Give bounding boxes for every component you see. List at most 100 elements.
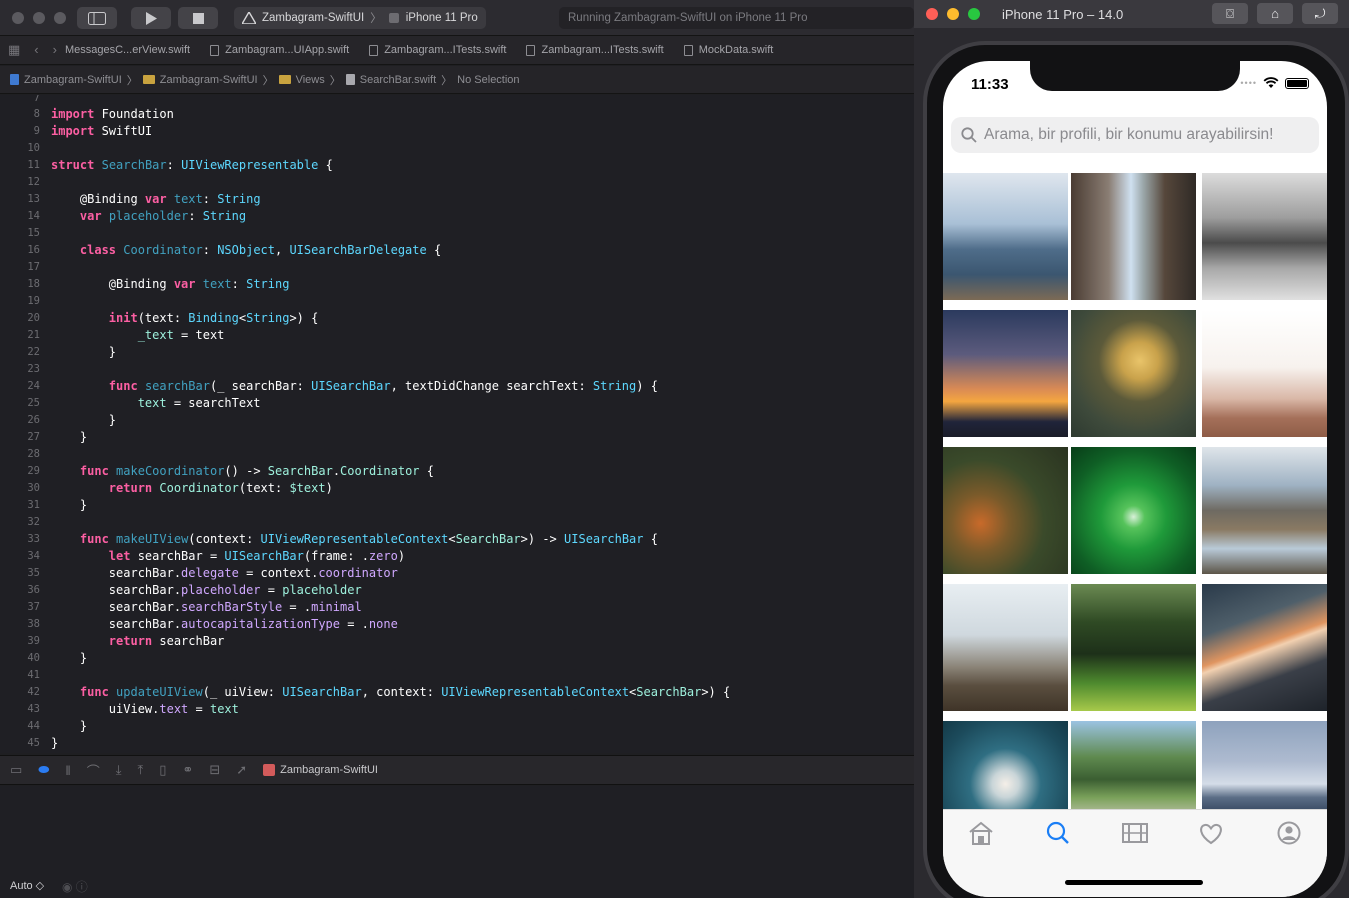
close-window-button[interactable] xyxy=(12,11,24,24)
screenshot-button[interactable]: ⌼ xyxy=(1212,3,1248,24)
debug-bar: ▭ ⬬ ‖ ⌒ ⤓ ⤒ ▯ ⚭ ⊟ ➚ Zambagram-SwiftUI xyxy=(0,755,920,785)
home-button[interactable]: ⌂ xyxy=(1257,3,1293,24)
scheme-project-label: Zambagram-SwiftUI xyxy=(262,12,365,24)
stop-button[interactable] xyxy=(178,7,218,29)
line-number: 12 xyxy=(27,176,40,188)
environment-overrides-icon[interactable]: ⊟ xyxy=(209,762,220,778)
window-controls xyxy=(12,11,66,24)
code-line: searchBar.placeholder = placeholder xyxy=(51,583,362,597)
breadcrumb-folder[interactable]: Views xyxy=(296,74,325,86)
tab-label: MockData.swift xyxy=(698,44,774,56)
breadcrumb-project[interactable]: Zambagram-SwiftUI xyxy=(24,74,122,86)
tab-label: MessagesC...erView.swift xyxy=(64,44,191,56)
editor-tab[interactable]: MessagesC...erView.swift xyxy=(65,44,210,56)
folder-icon xyxy=(278,75,291,84)
photo-tile[interactable] xyxy=(943,447,1068,574)
photo-tile[interactable] xyxy=(943,721,1068,811)
code-line: struct SearchBar: UIViewRepresentable { xyxy=(51,158,333,172)
line-number: 9 xyxy=(33,125,40,137)
file-icon xyxy=(526,44,536,56)
run-button[interactable] xyxy=(131,7,171,29)
code-line: } xyxy=(51,498,88,512)
line-number: 15 xyxy=(27,227,40,239)
sidebar-icon xyxy=(88,11,106,25)
step-out-icon[interactable]: ⤒ xyxy=(138,762,144,778)
photo-tile[interactable] xyxy=(1202,584,1327,711)
line-number: 34 xyxy=(27,550,40,562)
editor-tab[interactable]: Zambagram...ITests.swift xyxy=(369,44,526,56)
photo-tile[interactable] xyxy=(943,310,1068,437)
swift-file-icon xyxy=(345,74,355,85)
rotate-button[interactable]: ⤾ xyxy=(1302,3,1338,24)
memory-graph-icon[interactable]: ⚭ xyxy=(182,762,193,778)
view-debugger-icon[interactable]: ▯ xyxy=(159,762,166,778)
code-line: } xyxy=(51,345,117,359)
code-line: uiView.text = text xyxy=(51,702,239,716)
phone-screen: 11:33 •••• Arama, bir profili, bir konum… xyxy=(943,61,1327,897)
window-controls xyxy=(926,8,980,20)
line-number: 11 xyxy=(27,159,40,171)
debug-target[interactable]: Zambagram-SwiftUI xyxy=(263,764,378,776)
line-number: 7 xyxy=(33,95,40,104)
play-icon xyxy=(146,11,157,25)
step-into-icon[interactable]: ⤓ xyxy=(116,762,122,778)
line-number: 21 xyxy=(27,329,40,341)
editor-tab-bar: ▦ ‹ › MessagesC...erView.swift Zambagram… xyxy=(0,36,920,65)
variables-scope-selector[interactable]: Auto ◇ xyxy=(10,879,44,892)
related-items-icon[interactable]: ▦ xyxy=(8,42,20,58)
home-icon[interactable] xyxy=(966,820,996,846)
simulate-location-icon[interactable]: ➚ xyxy=(236,762,247,778)
zoom-window-button[interactable] xyxy=(54,11,66,24)
forward-arrow-icon[interactable]: › xyxy=(53,42,57,58)
photo-tile[interactable] xyxy=(1071,310,1196,437)
film-icon[interactable] xyxy=(1120,820,1150,846)
editor-tab[interactable]: MockData.swift xyxy=(683,44,794,56)
breadcrumb-selection[interactable]: No Selection xyxy=(457,74,519,86)
toggle-navigator-button[interactable] xyxy=(77,7,117,29)
scheme-selector[interactable]: Zambagram-SwiftUI 〉 iPhone 11 Pro xyxy=(234,7,486,29)
debug-console-area[interactable] xyxy=(0,786,920,898)
breadcrumb-separator: 〉 xyxy=(329,74,341,87)
eye-icon[interactable]: ◉ ⓘ xyxy=(62,878,88,895)
code-line: _text = text xyxy=(137,328,225,342)
photo-tile[interactable] xyxy=(1202,721,1327,811)
photo-tile[interactable] xyxy=(1202,447,1327,574)
person-icon[interactable] xyxy=(1274,820,1304,846)
app-target-icon xyxy=(242,12,256,24)
close-window-button[interactable] xyxy=(926,8,938,20)
line-number: 43 xyxy=(27,703,40,715)
photo-tile[interactable] xyxy=(943,173,1068,300)
photo-tile[interactable] xyxy=(1071,447,1196,574)
search-input[interactable]: Arama, bir profili, bir konumu arayabili… xyxy=(951,117,1319,153)
code-line: func makeUIView(context: UIViewRepresent… xyxy=(79,532,658,546)
photo-tile[interactable] xyxy=(1202,310,1327,437)
photo-tile[interactable] xyxy=(1071,721,1196,811)
photo-tile[interactable] xyxy=(1071,173,1196,300)
pause-icon[interactable]: ‖ xyxy=(65,763,70,778)
debug-target-label: Zambagram-SwiftUI xyxy=(280,764,378,776)
photo-tile[interactable] xyxy=(1202,173,1327,300)
breadcrumb-file[interactable]: SearchBar.swift xyxy=(360,74,436,86)
code-line: } xyxy=(51,413,117,427)
editor-tab[interactable]: Zambagram...UIApp.swift xyxy=(210,44,369,56)
line-number: 26 xyxy=(27,414,40,426)
search-placeholder: Arama, bir profili, bir konumu arayabili… xyxy=(984,126,1274,143)
photo-tile[interactable] xyxy=(1071,584,1196,711)
photo-tile[interactable] xyxy=(943,584,1068,711)
heart-icon[interactable] xyxy=(1196,820,1226,846)
file-icon xyxy=(210,44,220,56)
step-over-icon[interactable]: ⌒ xyxy=(87,761,100,780)
hide-debug-area-icon[interactable]: ▭ xyxy=(10,762,22,778)
code-editor[interactable]: 7 8 9 10 11 12 13 14 15 16 17 18 19 20 21 22 23 24 25 26 27… xyxy=(0,95,920,753)
zoom-window-button[interactable] xyxy=(968,8,980,20)
activity-status: Running Zambagram-SwiftUI on iPhone 11 P… xyxy=(559,7,914,29)
back-arrow-icon[interactable]: ‹ xyxy=(34,42,38,58)
minimize-window-button[interactable] xyxy=(947,8,959,20)
editor-tab[interactable]: Zambagram...ITests.swift xyxy=(526,44,683,56)
breadcrumb-separator: 〉 xyxy=(441,74,453,87)
minimize-window-button[interactable] xyxy=(33,11,45,24)
code-line: searchBar.searchBarStyle = .minimal xyxy=(51,600,362,614)
breakpoints-icon[interactable]: ⬬ xyxy=(38,762,49,778)
breadcrumb-group[interactable]: Zambagram-SwiftUI xyxy=(160,74,258,86)
search-icon[interactable] xyxy=(1043,820,1073,846)
